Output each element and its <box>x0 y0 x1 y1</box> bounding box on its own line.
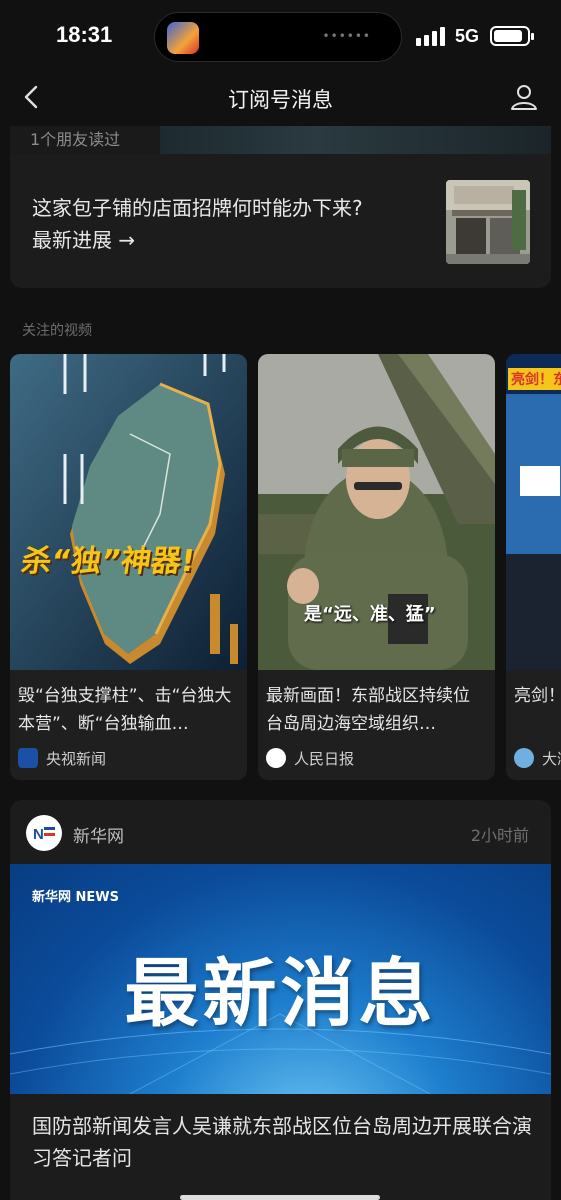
video-source-name: 大湾区之声 <box>542 750 561 768</box>
video-title: 亮剑！东部战区发布海报 « <box>514 686 561 706</box>
cctv-news-logo-icon <box>18 748 38 768</box>
article-title[interactable]: 国防部新闻发言人吴谦就东部战区位台岛周边开展联合演习答记者问 <box>32 1110 532 1174</box>
video-card[interactable]: 亮剑！东部 亮剑！东部战区发布海报 « 大湾区之声 <box>506 354 561 780</box>
article-title[interactable]: 这家包子铺的店面招牌何时能办下来? 最新进展 → <box>32 192 422 256</box>
video-thumbnail: 是“远、准、猛” <box>258 354 495 670</box>
article-link[interactable]: 最新进展 → <box>32 224 422 256</box>
video-card[interactable]: 杀“独”神器! 毁“台独支撑柱”、击“台独大本营”、断“台独输血… 央视新闻 <box>10 354 247 780</box>
dynamic-island: •••••• <box>154 12 402 62</box>
page-title: 订阅号消息 <box>228 88 333 112</box>
video-overlay-text: 杀“独”神器! <box>19 544 198 579</box>
profile-icon[interactable] <box>509 82 539 112</box>
video-source-name: 央视新闻 <box>46 750 107 768</box>
video-carousel[interactable]: 杀“独”神器! 毁“台独支撑柱”、击“台独大本营”、断“台独输血… 央视新闻 是… <box>10 354 561 780</box>
status-bar: 18:31 •••••• 5G <box>0 0 561 70</box>
xinhua-logo-icon[interactable]: N <box>26 815 62 851</box>
previous-article-image <box>160 126 551 154</box>
video-card[interactable]: 是“远、准、猛” 最新画面！东部战区持续位台岛周边海空域组织… 人民日报 <box>258 354 495 780</box>
article-card[interactable]: 1个朋友读过 这家包子铺的店面招牌何时能办下来? 最新进展 → <box>10 126 551 288</box>
gba-voice-logo-icon <box>514 748 534 768</box>
publisher-name[interactable]: 新华网 <box>73 822 124 847</box>
svg-text:N: N <box>33 826 44 843</box>
banner-logo: 新华网 NEWS <box>32 890 119 905</box>
video-thumbnail: 杀“独”神器! <box>10 354 247 670</box>
navigation-bar: 订阅号消息 <box>0 70 561 126</box>
video-title: 最新画面！东部战区持续位台岛周边海空域组织… <box>266 686 470 734</box>
video-source-name: 人民日报 <box>294 750 355 768</box>
article-headline: 这家包子铺的店面招牌何时能办下来? <box>32 196 363 220</box>
home-indicator[interactable] <box>180 1195 380 1200</box>
video-overlay-text: 亮剑！东部 <box>508 368 561 390</box>
article-banner-image[interactable]: 新华网 NEWS 最新消息 <box>10 864 551 1094</box>
battery-icon <box>490 26 534 46</box>
friends-read-label: 1个朋友读过 <box>30 130 121 149</box>
network-type: 5G <box>455 26 480 46</box>
banner-headline: 最新消息 <box>124 951 437 1037</box>
app-activity-icon <box>167 22 199 54</box>
xinhua-article-card[interactable]: N 新华网 2小时前 新华网 NEWS 最新消息 国防部新闻发言人吴谦就东部战区… <box>10 800 551 1200</box>
publish-time: 2小时前 <box>470 826 529 845</box>
previous-article-strip: 1个朋友读过 <box>10 126 551 154</box>
article-thumbnail[interactable] <box>446 180 530 264</box>
video-title: 毁“台独支撑柱”、击“台独大本营”、断“台独输血… <box>18 686 232 734</box>
video-thumbnail: 亮剑！东部 <box>506 354 561 670</box>
section-label-followed-videos: 关注的视频 <box>22 323 92 339</box>
signal-icon <box>416 26 448 46</box>
peoples-daily-logo-icon <box>266 748 286 768</box>
video-overlay-text: 是“远、准、猛” <box>304 604 436 625</box>
storefront-image <box>446 180 530 264</box>
activity-dots-icon: •••••• <box>322 29 371 43</box>
clock: 18:31 <box>56 22 113 47</box>
